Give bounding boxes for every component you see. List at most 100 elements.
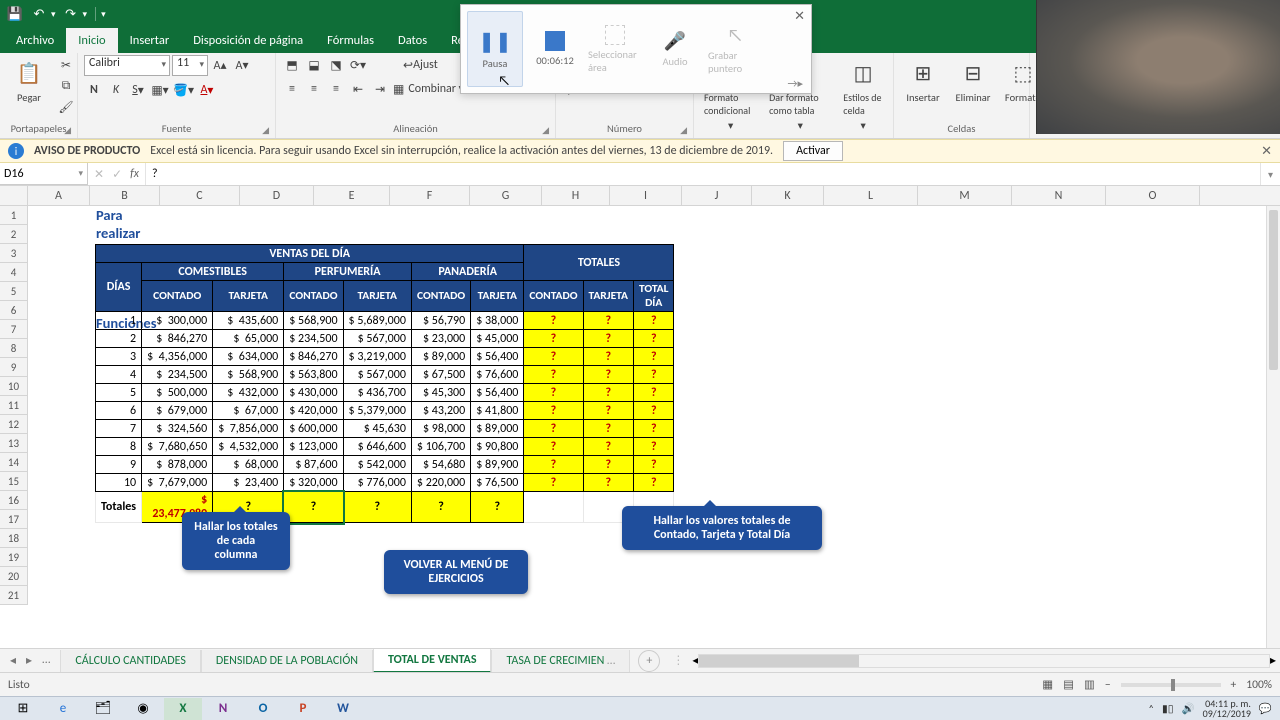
- increase-font-icon[interactable]: A▴: [210, 56, 230, 76]
- row-header[interactable]: 5: [0, 282, 28, 301]
- fx-accept-icon[interactable]: ✓: [112, 167, 122, 182]
- taskbar-ie-icon[interactable]: e: [44, 698, 82, 720]
- row-header[interactable]: 4: [0, 263, 28, 282]
- formula-expand-icon[interactable]: ▾: [1260, 163, 1280, 185]
- redo-icon[interactable]: ↷: [62, 5, 80, 23]
- wrap-text-button[interactable]: ↩ Ajust: [402, 55, 439, 75]
- tab-formulas[interactable]: Fórmulas: [315, 28, 386, 53]
- warning-close-icon[interactable]: ✕: [1261, 144, 1272, 159]
- tab-disposicion[interactable]: Disposición de página: [181, 28, 315, 53]
- tab-inicio[interactable]: Inicio: [66, 28, 117, 53]
- tab-datos[interactable]: Datos: [386, 28, 439, 53]
- sheet-nav-next[interactable]: ▸: [22, 651, 36, 670]
- row-header[interactable]: 17: [0, 510, 28, 529]
- row-header[interactable]: 8: [0, 339, 28, 358]
- align-bottom-icon[interactable]: ⬔: [326, 55, 346, 75]
- taskbar-outlook-icon[interactable]: O: [244, 698, 282, 720]
- row-header[interactable]: 2: [0, 225, 28, 244]
- zoom-slider[interactable]: [1121, 683, 1221, 687]
- column-headers[interactable]: AB CD EF GH IJ KL MN O: [0, 186, 1280, 206]
- italic-button[interactable]: K: [106, 80, 126, 100]
- align-right-icon[interactable]: ≡: [326, 79, 346, 99]
- view-normal-icon[interactable]: ▦: [1042, 677, 1053, 692]
- recorder-pointer-button[interactable]: ↖Grabar puntero: [707, 11, 763, 87]
- recorder-audio-button[interactable]: 🎤Audio: [647, 11, 703, 87]
- sheet-nav-first[interactable]: ◂: [6, 651, 20, 670]
- recorder-select-area-button[interactable]: Seleccionar área: [587, 11, 643, 87]
- tray-notifications-icon[interactable]: 💬: [1259, 702, 1272, 715]
- zoom-level[interactable]: 100%: [1246, 678, 1272, 692]
- zoom-in-icon[interactable]: +: [1231, 678, 1237, 692]
- vertical-scrollbar[interactable]: [1266, 206, 1280, 648]
- paste-button[interactable]: 📋Pegar: [6, 55, 52, 106]
- increase-indent-icon[interactable]: ⇥: [370, 79, 390, 99]
- align-left-icon[interactable]: ≡: [282, 79, 302, 99]
- taskbar-explorer-icon[interactable]: 🗂: [84, 698, 122, 720]
- row-header[interactable]: 6: [0, 301, 28, 320]
- delete-cells-button[interactable]: ⊟Eliminar: [950, 55, 996, 106]
- spreadsheet-grid[interactable]: AB CD EF GH IJ KL MN O 12345678910111213…: [0, 186, 1280, 648]
- row-header[interactable]: 7: [0, 320, 28, 339]
- taskbar-onenote-icon[interactable]: N: [204, 698, 242, 720]
- font-size-select[interactable]: 11: [172, 55, 208, 76]
- sheet-tab-tasa[interactable]: TASA DE CRECIMIEN: [491, 650, 630, 672]
- select-all-corner[interactable]: [0, 186, 28, 205]
- sheet-tab-calculo[interactable]: CÁLCULO CANTIDADES: [60, 650, 201, 672]
- sheet-tab-densidad[interactable]: DENSIDAD DE LA POBLACIÓN: [201, 650, 373, 672]
- row-header[interactable]: 14: [0, 453, 28, 472]
- fill-color-button[interactable]: 🪣▾: [172, 80, 195, 100]
- align-center-icon[interactable]: ≡: [304, 79, 324, 99]
- bold-button[interactable]: N: [84, 80, 104, 100]
- font-name-select[interactable]: Calibri: [84, 55, 170, 76]
- horizontal-scrollbar[interactable]: ◂▸: [688, 653, 1280, 668]
- cell-styles-button[interactable]: ◫Estilos de celda▾: [839, 55, 887, 134]
- borders-button[interactable]: ▦▾: [150, 80, 170, 100]
- row-header[interactable]: 16: [0, 491, 28, 510]
- decrease-indent-icon[interactable]: ⇤: [348, 79, 368, 99]
- tray-network-icon[interactable]: ▮▯: [1162, 702, 1174, 715]
- align-middle-icon[interactable]: ⬓: [304, 55, 324, 75]
- insert-cells-button[interactable]: ⊞Insertar: [900, 55, 946, 106]
- callout-menu-button[interactable]: VOLVER AL MENÚ DE EJERCICIOS: [384, 550, 528, 594]
- sheet-tab-total-ventas[interactable]: TOTAL DE VENTAS: [373, 649, 491, 673]
- font-color-button[interactable]: A▾: [197, 80, 217, 100]
- row-header[interactable]: 9: [0, 358, 28, 377]
- row-header[interactable]: 21: [0, 586, 28, 605]
- underline-button[interactable]: S▾: [128, 80, 148, 100]
- save-icon[interactable]: 💾: [6, 5, 24, 23]
- row-header[interactable]: 20: [0, 567, 28, 586]
- taskbar-word-icon[interactable]: W: [324, 698, 362, 720]
- activate-button[interactable]: Activar: [783, 141, 843, 161]
- tray-chevron-icon[interactable]: ˄: [1148, 702, 1154, 715]
- format-painter-icon[interactable]: 🖌: [56, 97, 76, 117]
- align-top-icon[interactable]: ⬒: [282, 55, 302, 75]
- row-header[interactable]: 10: [0, 377, 28, 396]
- undo-icon[interactable]: ↶: [30, 5, 48, 23]
- name-box[interactable]: D16: [0, 163, 88, 185]
- decrease-font-icon[interactable]: A▾: [232, 56, 252, 76]
- cut-icon[interactable]: ✂: [56, 55, 76, 75]
- add-sheet-button[interactable]: +: [638, 650, 660, 672]
- taskbar-excel-icon[interactable]: X: [164, 698, 202, 720]
- orientation-icon[interactable]: ⟳▾: [348, 55, 368, 75]
- row-header[interactable]: 15: [0, 472, 28, 491]
- recorder-pause-button[interactable]: ❚❚Pausa: [467, 11, 523, 87]
- row-header[interactable]: 18: [0, 529, 28, 548]
- taskbar-chrome-icon[interactable]: ◉: [124, 698, 162, 720]
- screen-recorder-toolbar[interactable]: ❚❚Pausa 00:06:12 Seleccionar área 🎤Audio…: [460, 4, 812, 94]
- recorder-options-icon[interactable]: →▸: [788, 77, 803, 90]
- view-pagebreak-icon[interactable]: ▥: [1084, 677, 1095, 692]
- recorder-close-icon[interactable]: ✕: [794, 9, 805, 24]
- row-header[interactable]: 19: [0, 548, 28, 567]
- row-header[interactable]: 13: [0, 434, 28, 453]
- tab-archivo[interactable]: Archivo: [4, 28, 66, 53]
- system-tray[interactable]: ˄ ▮▯ 🔊 04:11 p. m.09/12/2019 💬: [1148, 699, 1276, 719]
- row-header[interactable]: 11: [0, 396, 28, 415]
- recorder-stop-button[interactable]: 00:06:12: [527, 11, 583, 87]
- copy-icon[interactable]: ⧉: [56, 76, 76, 96]
- view-layout-icon[interactable]: ▤: [1063, 677, 1074, 692]
- row-header[interactable]: 1: [0, 206, 28, 225]
- sheet-nav-more[interactable]: …: [38, 651, 54, 670]
- start-button[interactable]: ⊞: [4, 698, 42, 720]
- tab-insertar[interactable]: Insertar: [118, 28, 182, 53]
